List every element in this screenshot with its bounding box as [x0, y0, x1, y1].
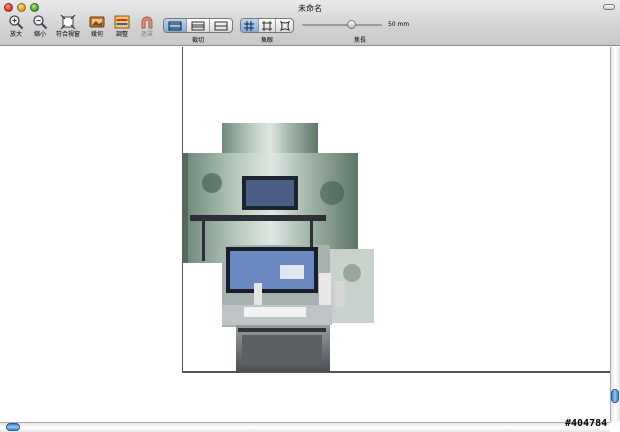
zoom-out-label: 縮小 [33, 31, 46, 38]
horizontal-scroll-thumb[interactable] [6, 423, 20, 431]
vertical-scrollbar[interactable] [610, 47, 620, 422]
watermark-label: #404784 [565, 418, 608, 429]
focal-length-label: 焦長 [353, 37, 366, 44]
window-title: 未命名 [298, 4, 322, 13]
crop-mode-2[interactable] [187, 19, 210, 32]
adjust-label: 調整 [115, 31, 128, 38]
geometry-icon [89, 16, 105, 28]
zoom-out-button[interactable]: 縮小 [28, 14, 52, 39]
fit-window-button[interactable]: 符合視窗 [56, 14, 80, 39]
zoom-in-label: 放大 [9, 31, 22, 38]
adjust-icon [114, 15, 130, 29]
fit-window-icon [60, 14, 76, 30]
fisheye-mode-2[interactable] [259, 19, 277, 32]
fisheye-label: 魚眼 [260, 37, 273, 44]
zoom-out-icon [33, 15, 48, 30]
geometry-button[interactable]: 幾何 [85, 14, 109, 39]
fisheye-segmented-control [240, 18, 294, 33]
crop-frame-icon [191, 21, 205, 30]
crop-frame-icon [168, 21, 182, 30]
focal-length-slider-thumb[interactable] [347, 20, 357, 29]
crop-segmented-control [163, 18, 233, 33]
panorama-photo[interactable] [182, 123, 375, 372]
zoom-in-icon [9, 15, 24, 30]
geometry-label: 幾何 [90, 31, 103, 38]
focal-length-slider[interactable] [302, 24, 382, 26]
crop-frame-icon [214, 21, 228, 30]
toolbar-toggle-button[interactable] [603, 4, 615, 10]
frame-corners-icon [262, 20, 272, 31]
frame-corners-icon [279, 20, 290, 31]
vertical-scroll-thumb[interactable] [611, 389, 619, 403]
fisheye-mode-1[interactable] [241, 19, 259, 32]
fisheye-mode-3[interactable] [276, 19, 293, 32]
adjust-button[interactable]: 調整 [110, 14, 134, 39]
mask-button[interactable]: 遮罩 [135, 14, 159, 39]
grid-icon [244, 20, 255, 31]
title-toolbar: 未命名 放大 縮小 符合視窗 幾何 調整 遮罩 裁切 魚眼 50 mm 焦長 [0, 0, 620, 46]
zoom-in-button[interactable]: 放大 [4, 14, 28, 39]
mask-icon [141, 16, 153, 29]
app-window: 未命名 放大 縮小 符合視窗 幾何 調整 遮罩 裁切 魚眼 50 mm 焦長 #… [0, 0, 620, 432]
crop-mode-1[interactable] [164, 19, 187, 32]
crop-mode-3[interactable] [210, 19, 232, 32]
fit-window-label: 符合視窗 [56, 31, 81, 38]
horizontal-scrollbar[interactable] [0, 422, 610, 432]
panorama-photo-image [182, 123, 374, 372]
mask-label: 遮罩 [140, 31, 153, 38]
crop-label: 裁切 [191, 37, 204, 44]
focal-length-value: 50 mm [388, 21, 410, 28]
